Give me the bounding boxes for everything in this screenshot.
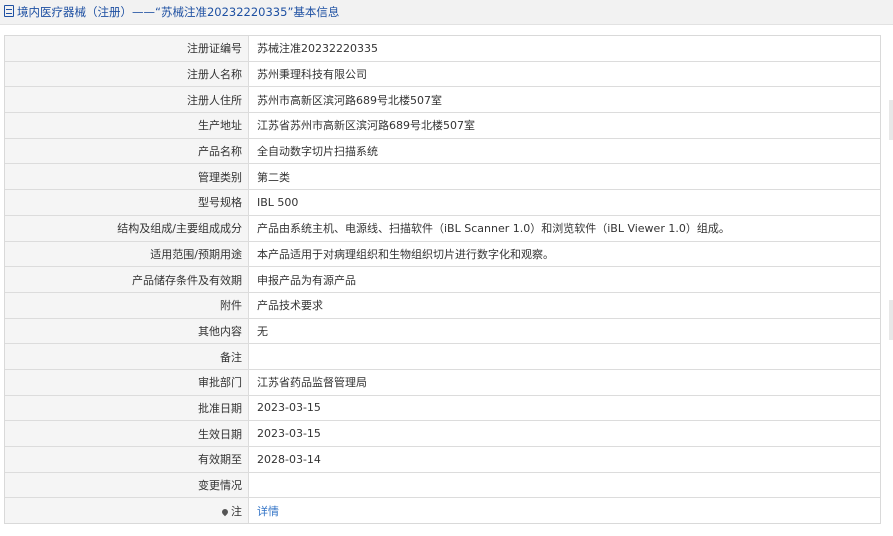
row-value-valid-until: 2028-03-14: [248, 446, 880, 473]
table-row: 备注: [5, 343, 880, 370]
table-row: 注 详情: [5, 497, 880, 524]
row-label-effective-date: 生效日期: [5, 420, 249, 447]
row-label-management-category: 管理类别: [5, 163, 249, 191]
row-label-production-address: 生产地址: [5, 112, 249, 139]
row-value-registrant-address: 苏州市高新区滨河路689号北楼507室: [248, 86, 880, 114]
row-label-product-name: 产品名称: [5, 138, 249, 165]
row-label-note: 注: [5, 497, 249, 524]
page-header: 境内医疗器械（注册）——“苏械注准20232220335”基本信息: [0, 0, 893, 25]
table-row: 变更情况: [5, 472, 880, 499]
note-label-text: 注: [231, 504, 242, 518]
row-value-registration-number: 苏械注准20232220335: [248, 36, 880, 62]
row-label-registrant-name: 注册人名称: [5, 61, 249, 88]
row-label-storage-validity: 产品储存条件及有效期: [5, 266, 249, 293]
row-label-registration-number: 注册证编号: [5, 36, 249, 62]
table-row: 注册人名称 苏州秉理科技有限公司: [5, 61, 880, 88]
table-row: 产品储存条件及有效期 申报产品为有源产品: [5, 266, 880, 293]
row-label-approval-department: 审批部门: [5, 369, 249, 396]
row-label-intended-use: 适用范围/预期用途: [5, 241, 249, 268]
row-label-model-spec: 型号规格: [5, 189, 249, 216]
details-link[interactable]: 详情: [248, 497, 880, 524]
table-row: 结构及组成/主要组成成分 产品由系统主机、电源线、扫描软件（iBL Scanne…: [5, 215, 880, 242]
row-label-registrant-address: 注册人住所: [5, 86, 249, 114]
row-value-approval-department: 江苏省药品监督管理局: [248, 369, 880, 396]
row-value-product-name: 全自动数字切片扫描系统: [248, 138, 880, 165]
row-value-storage-validity: 申报产品为有源产品: [248, 266, 880, 293]
page-title: 境内医疗器械（注册）——“苏械注准20232220335”基本信息: [17, 5, 340, 19]
table-row: 生效日期 2023-03-15: [5, 420, 880, 447]
table-row: 批准日期 2023-03-15: [5, 395, 880, 422]
info-table: 注册证编号 苏械注准20232220335 注册人名称 苏州秉理科技有限公司 注…: [4, 35, 881, 525]
row-value-effective-date: 2023-03-15: [248, 420, 880, 447]
document-icon: [4, 5, 14, 17]
table-row: 适用范围/预期用途 本产品适用于对病理组织和生物组织切片进行数字化和观察。: [5, 241, 880, 268]
row-value-production-address: 江苏省苏州市高新区滨河路689号北楼507室: [248, 112, 880, 139]
table-row: 审批部门 江苏省药品监督管理局: [5, 369, 880, 396]
table-row: 管理类别 第二类: [5, 163, 880, 191]
scrollbar-track-segment: [889, 300, 893, 340]
row-value-other-content: 无: [248, 318, 880, 345]
table-row: 附件 产品技术要求: [5, 292, 880, 319]
row-value-change-status: [248, 472, 880, 499]
row-label-remarks: 备注: [5, 343, 249, 370]
row-value-management-category: 第二类: [248, 163, 880, 191]
row-value-structure-composition: 产品由系统主机、电源线、扫描软件（iBL Scanner 1.0）和浏览软件（i…: [248, 215, 880, 242]
row-label-valid-until: 有效期至: [5, 446, 249, 473]
table-row: 产品名称 全自动数字切片扫描系统: [5, 138, 880, 165]
table-row: 注册人住所 苏州市高新区滨河路689号北楼507室: [5, 86, 880, 114]
row-label-attachment: 附件: [5, 292, 249, 319]
table-row: 注册证编号 苏械注准20232220335: [5, 36, 880, 62]
row-value-remarks: [248, 343, 880, 370]
row-label-structure-composition: 结构及组成/主要组成成分: [5, 215, 249, 242]
row-value-approval-date: 2023-03-15: [248, 395, 880, 422]
table-row: 其他内容 无: [5, 318, 880, 345]
table-row: 有效期至 2028-03-14: [5, 446, 880, 473]
row-label-other-content: 其他内容: [5, 318, 249, 345]
row-label-approval-date: 批准日期: [5, 395, 249, 422]
row-value-attachment: 产品技术要求: [248, 292, 880, 319]
row-value-intended-use: 本产品适用于对病理组织和生物组织切片进行数字化和观察。: [248, 241, 880, 268]
row-label-change-status: 变更情况: [5, 472, 249, 499]
table-row: 型号规格 IBL 500: [5, 189, 880, 216]
scrollbar-track-segment: [889, 100, 893, 140]
table-row: 生产地址 江苏省苏州市高新区滨河路689号北楼507室: [5, 112, 880, 139]
row-value-model-spec: IBL 500: [248, 189, 880, 216]
pin-icon: [220, 507, 230, 516]
row-value-registrant-name: 苏州秉理科技有限公司: [248, 61, 880, 88]
